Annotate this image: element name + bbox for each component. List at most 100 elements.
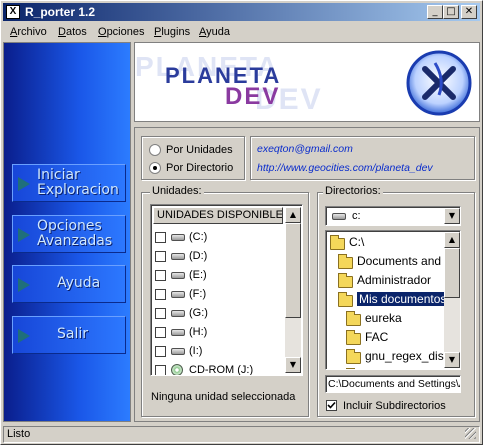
checkmark-icon bbox=[327, 401, 336, 409]
hard-drive-icon bbox=[171, 329, 185, 336]
play-arrow-icon bbox=[18, 329, 30, 343]
unit-row[interactable]: (H:) bbox=[151, 324, 283, 342]
directory-item[interactable]: Documents and Settings bbox=[326, 253, 460, 271]
include-subdirs-checkbox[interactable] bbox=[326, 400, 337, 411]
scroll-thumb[interactable] bbox=[444, 248, 460, 298]
opciones-avanzadas-button[interactable]: Opciones Avanzadas bbox=[12, 215, 126, 253]
close-button[interactable]: ✕ bbox=[461, 5, 477, 19]
menu-archivo[interactable]: Archivo bbox=[10, 26, 47, 38]
hard-drive-icon bbox=[171, 348, 185, 355]
menu-ayuda[interactable]: Ayuda bbox=[199, 26, 230, 38]
directory-label: eureka bbox=[365, 311, 402, 325]
directory-item[interactable]: gnu_regex_dist bbox=[326, 348, 447, 366]
unit-label: (G:) bbox=[189, 307, 208, 319]
scroll-thumb[interactable] bbox=[285, 223, 301, 318]
radio-label-units: Por Unidades bbox=[166, 144, 233, 156]
directory-label: imagenes bbox=[365, 368, 417, 369]
hard-drive-icon bbox=[171, 253, 185, 260]
title-bar[interactable]: X R_porter 1.2 _ □ ✕ bbox=[3, 3, 480, 21]
path-field[interactable]: C:\Documents and Settings\Administrador\… bbox=[325, 375, 461, 393]
drive-select-value: c: bbox=[352, 210, 361, 222]
directory-label: C:\ bbox=[349, 235, 365, 249]
website-link[interactable]: http://www.geocities.com/planeta_dev bbox=[257, 162, 433, 174]
options-panel: Por Unidades Por Directorio exeqton@gmai… bbox=[134, 127, 480, 422]
scroll-up-icon[interactable]: ▲ bbox=[285, 207, 301, 223]
drive-select[interactable]: c: ▼ bbox=[325, 206, 461, 226]
menu-plugins[interactable]: Plugins bbox=[154, 26, 190, 38]
directory-tree[interactable]: C:\ Documents and Settings Administrador Mi… bbox=[325, 230, 461, 370]
minimize-button[interactable]: _ bbox=[427, 5, 443, 19]
radio-label-dirs: Por Directorio bbox=[166, 162, 234, 174]
unit-label: (D:) bbox=[189, 250, 208, 262]
folder-icon bbox=[346, 311, 361, 326]
radio-por-unidades[interactable] bbox=[149, 144, 161, 156]
navigation-panel: Iniciar Exploracion Opciones Avanzadas A… bbox=[3, 42, 131, 422]
unit-checkbox[interactable] bbox=[155, 232, 166, 243]
unit-row[interactable]: (F:) bbox=[151, 286, 283, 304]
status-text: Listo bbox=[7, 428, 31, 440]
planeta-dev-banner: PLANETA DEV PLANETA DEV bbox=[134, 42, 480, 122]
directory-item[interactable]: Administrador bbox=[326, 272, 444, 290]
unit-row[interactable]: (E:) bbox=[151, 267, 283, 285]
dirs-scrollbar[interactable]: ▲ ▼ bbox=[444, 232, 460, 368]
scroll-down-icon[interactable]: ▼ bbox=[444, 352, 460, 368]
directory-item[interactable]: eureka bbox=[326, 310, 444, 328]
nav-label: Salir bbox=[57, 326, 89, 342]
unit-row[interactable]: (D:) bbox=[151, 248, 283, 266]
play-arrow-icon bbox=[18, 228, 30, 242]
folder-icon bbox=[346, 330, 361, 345]
units-list[interactable]: UNIDADES DISPONIBLES ▲ ▼ (C:) (D:) (E:) (F:… bbox=[150, 204, 303, 376]
nav-label: Opciones Avanzadas bbox=[37, 218, 113, 249]
unit-checkbox[interactable] bbox=[155, 308, 166, 319]
unit-row[interactable]: (I:) bbox=[151, 343, 283, 361]
unit-checkbox[interactable] bbox=[155, 346, 166, 357]
email-link[interactable]: exeqton@gmail.com bbox=[257, 143, 353, 155]
unit-label: (I:) bbox=[189, 345, 203, 357]
window-title: R_porter 1.2 bbox=[25, 5, 96, 19]
directory-label: Mis documentos bbox=[357, 292, 449, 306]
scroll-up-icon[interactable]: ▲ bbox=[444, 232, 460, 248]
salir-button[interactable]: Salir bbox=[12, 316, 126, 354]
directory-item[interactable]: C:\ bbox=[326, 234, 444, 252]
menu-datos[interactable]: Datos bbox=[58, 26, 87, 38]
dirs-group-title: Directorios: bbox=[323, 185, 383, 197]
units-scrollbar[interactable]: ▲ ▼ bbox=[285, 207, 301, 373]
iniciar-exploracion-button[interactable]: Iniciar Exploracion bbox=[12, 164, 126, 202]
directory-item[interactable]: imagenes bbox=[326, 367, 444, 369]
nav-label: Iniciar Exploracion bbox=[37, 167, 119, 198]
nav-label: Ayuda bbox=[57, 275, 101, 291]
ayuda-button[interactable]: Ayuda bbox=[12, 265, 126, 303]
directory-label: FAC bbox=[365, 330, 389, 344]
units-group-title: Unidades: bbox=[150, 185, 204, 197]
app-icon: X bbox=[6, 5, 20, 19]
menu-bar: Archivo Datos Opciones Plugins Ayuda bbox=[3, 23, 480, 41]
unit-checkbox[interactable] bbox=[155, 270, 166, 281]
resize-grip-icon[interactable] bbox=[465, 428, 476, 439]
play-arrow-icon bbox=[18, 177, 30, 191]
unit-row[interactable]: CD-ROM (J:) bbox=[151, 362, 283, 375]
unit-checkbox[interactable] bbox=[155, 289, 166, 300]
unit-checkbox[interactable] bbox=[155, 251, 166, 262]
maximize-button[interactable]: □ bbox=[443, 5, 459, 19]
units-list-header[interactable]: UNIDADES DISPONIBLES bbox=[153, 207, 283, 224]
unit-label: (C:) bbox=[189, 231, 208, 243]
unit-row[interactable]: (C:) bbox=[151, 229, 283, 247]
scroll-down-icon[interactable]: ▼ bbox=[285, 357, 301, 373]
unit-checkbox[interactable] bbox=[155, 327, 166, 338]
unit-checkbox[interactable] bbox=[155, 365, 166, 375]
chevron-down-icon[interactable]: ▼ bbox=[444, 208, 460, 224]
include-subdirs-label: Incluir Subdirectorios bbox=[343, 400, 446, 412]
menu-opciones[interactable]: Opciones bbox=[98, 26, 144, 38]
radio-por-directorio[interactable] bbox=[149, 162, 161, 174]
hard-drive-icon bbox=[171, 272, 185, 279]
folder-icon bbox=[346, 349, 361, 364]
path-value: C:\Documents and Settings\Administrador\… bbox=[328, 378, 460, 390]
unit-label: (E:) bbox=[189, 269, 207, 281]
play-arrow-icon bbox=[18, 278, 30, 292]
open-folder-icon bbox=[330, 235, 345, 250]
unit-row[interactable]: (G:) bbox=[151, 305, 283, 323]
open-folder-icon bbox=[338, 254, 353, 269]
banner-subtitle: DEV bbox=[225, 83, 281, 110]
directory-item[interactable]: Mis documentos bbox=[326, 291, 449, 309]
directory-item[interactable]: FAC bbox=[326, 329, 444, 347]
